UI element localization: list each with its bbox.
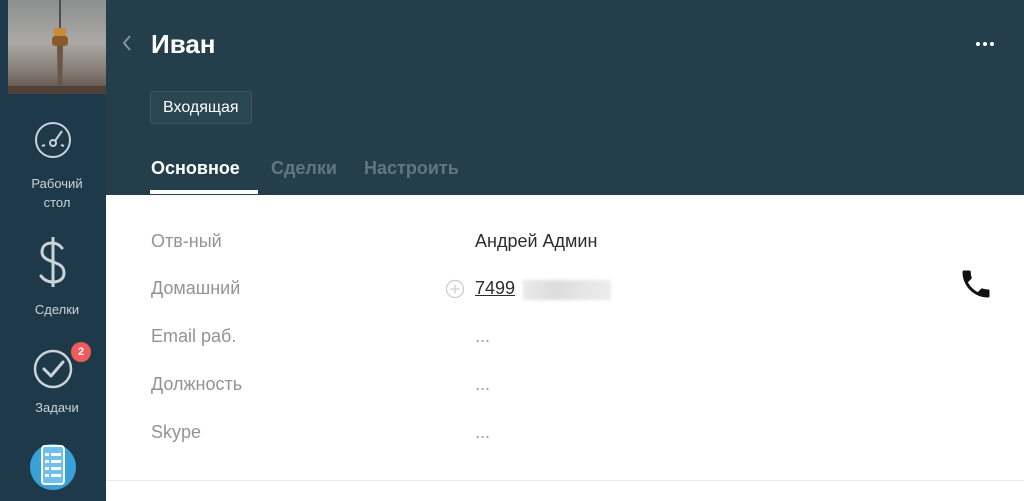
more-options-icon[interactable] [976, 42, 994, 46]
field-value-work-email[interactable]: ... [475, 325, 490, 347]
label-line-2: стол [43, 195, 71, 210]
dollar-icon [0, 236, 106, 288]
tower-photo [8, 0, 106, 94]
field-label-skype: Skype [151, 422, 202, 442]
phone-call-icon[interactable] [958, 266, 994, 307]
divider [106, 480, 1024, 481]
tasks-count-badge: 2 [71, 342, 91, 362]
label-line-1: Рабочий [31, 176, 83, 191]
field-value-responsible[interactable]: Андрей Админ [475, 230, 597, 252]
avatar[interactable] [8, 0, 106, 94]
dot [976, 42, 980, 46]
sidebar-item-deals[interactable]: Сделки [0, 230, 106, 320]
sidebar: Рабочий стол Сделки Задачи 2 [0, 0, 106, 501]
back-chevron-icon[interactable] [121, 34, 133, 57]
sidebar-label-dashboard: Рабочий стол [0, 174, 114, 212]
field-label-work-email: Email раб. [151, 326, 237, 346]
tab-deals[interactable]: Сделки [271, 157, 337, 179]
dashboard-gauge-icon [0, 120, 106, 160]
contact-name-title[interactable]: Иван [151, 25, 216, 63]
status-chip[interactable]: Входящая [150, 91, 252, 124]
sidebar-item-dashboard[interactable]: Рабочий стол [0, 112, 106, 212]
tab-settings[interactable]: Настроить [364, 157, 459, 179]
field-label-position: Должность [151, 374, 243, 394]
dot [990, 42, 994, 46]
tab-main[interactable]: Основное [151, 157, 240, 179]
field-label-home-phone: Домашний [151, 278, 241, 298]
list-icon [0, 440, 106, 490]
sidebar-label-tasks: Задачи [35, 400, 79, 415]
add-phone-icon[interactable] [445, 279, 465, 304]
dot [983, 42, 987, 46]
field-label-responsible: Отв-ный [151, 231, 222, 251]
active-tab-indicator [150, 190, 258, 194]
field-value-home-phone[interactable]: 7499 [475, 277, 515, 299]
sidebar-item-tasks[interactable]: Задачи [0, 345, 106, 425]
sidebar-item-list[interactable] [0, 440, 106, 501]
field-value-skype[interactable]: ... [475, 421, 490, 443]
sidebar-label-deals: Сделки [34, 302, 80, 317]
field-value-position[interactable]: ... [475, 373, 490, 395]
redacted-phone-digits [523, 280, 611, 300]
